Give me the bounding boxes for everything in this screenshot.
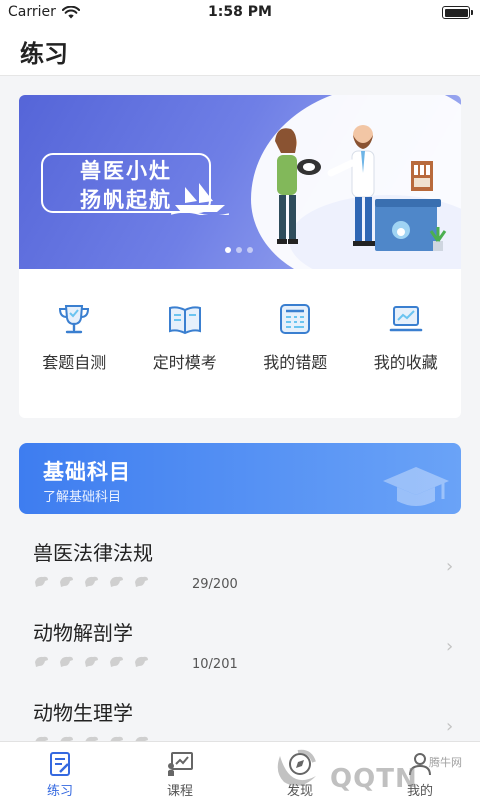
vet-illustration [275,125,447,251]
laptop-chart-icon [389,306,423,332]
tab-bar: 练习 课程 发现 我的 [0,741,480,800]
bird-icon [60,736,73,741]
quick-action-timed-exam[interactable]: 定时模考 [130,301,241,391]
bird-icon [135,736,148,741]
chevron-right-icon: › [446,556,454,577]
battery-icon [442,6,473,19]
bird-icon [35,656,48,667]
tab-label: 练习 [46,784,73,799]
section-title: 基础科目 [43,460,131,484]
tab-course[interactable]: 课程 [120,742,240,800]
bird-icon [110,576,123,587]
list-item[interactable]: 兽医法律法规 29/200 › [0,514,480,594]
trophy-icon [59,305,90,334]
bird-icon [85,736,98,741]
banner-dot[interactable] [247,247,253,253]
banner-dot[interactable] [225,247,231,253]
discover-icon [289,753,311,775]
rating-birds [33,574,150,588]
banner-dot[interactable] [236,247,242,253]
quick-actions: 套题自测 定时模考 我的错题 我的收藏 [19,301,461,391]
subject-progress: 10/201 [192,657,238,672]
bird-icon [135,656,148,667]
subject-name: 兽医法律法规 [33,541,153,565]
calculator-icon [280,304,311,334]
subject-list: 兽医法律法规 29/200 › 动物解剖学 10/201 › 动物生理学 › [0,514,480,741]
subject-name: 动物生理学 [33,701,133,725]
subject-progress: 29/200 [192,577,238,592]
section-subtitle: 了解基础科目 [43,490,122,505]
quick-action-self-test[interactable]: 套题自测 [19,301,130,391]
bird-icon [110,736,123,741]
rating-birds [33,654,150,668]
quick-action-label: 我的收藏 [373,353,438,372]
tab-practice[interactable]: 练习 [0,742,120,800]
tab-profile[interactable]: 我的 [360,742,480,800]
book-icon [168,306,201,335]
bird-icon [35,736,48,741]
top-card: 兽医小灶 扬帆起航 套题自测 定时模考 我的错题 我的收藏 [19,95,461,418]
nav-header: 练习 [0,26,480,76]
bird-icon [110,656,123,667]
profile-icon [409,753,431,776]
quick-action-favorites[interactable]: 我的收藏 [351,301,462,391]
bird-icon [85,656,98,667]
list-item[interactable]: 动物生理学 › [0,674,480,741]
course-icon [168,752,193,776]
bird-icon [60,576,73,587]
subject-name: 动物解剖学 [33,621,133,645]
chevron-right-icon: › [446,636,454,657]
banner-pagination [225,247,253,253]
graduation-cap-icon [383,467,449,506]
promo-banner[interactable]: 兽医小灶 扬帆起航 [19,95,461,269]
bird-icon [135,576,148,587]
quick-action-wrong-questions[interactable]: 我的错题 [240,301,351,391]
tab-label: 课程 [166,784,193,799]
clock: 1:58 PM [208,4,272,20]
basic-subjects-header[interactable]: 基础科目 了解基础科目 [19,443,461,514]
status-bar: Carrier 1:58 PM [0,0,480,26]
page-title: 练习 [20,40,68,68]
rating-birds [33,734,150,741]
quick-action-label: 我的错题 [263,353,328,372]
quick-action-label: 定时模考 [152,353,217,372]
bird-icon [60,656,73,667]
list-item[interactable]: 动物解剖学 10/201 › [0,594,480,674]
tab-label: 我的 [406,784,433,799]
bird-icon [85,576,98,587]
tab-label: 发现 [286,784,313,799]
bird-icon [35,576,48,587]
tab-discover[interactable]: 发现 [240,742,360,800]
chevron-right-icon: › [446,716,454,737]
quick-action-label: 套题自测 [42,353,107,372]
practice-icon [50,752,70,776]
sailing-ship-icon [171,183,229,215]
